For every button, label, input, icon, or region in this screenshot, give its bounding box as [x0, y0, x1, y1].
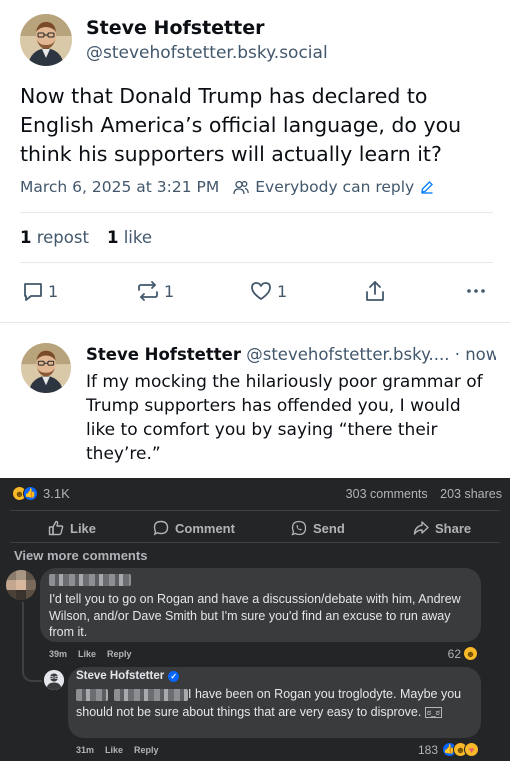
post-meta: March 6, 2025 at 3:21 PM Everybody can r…	[20, 178, 434, 196]
reply-author-avatar[interactable]	[44, 670, 64, 690]
comment-time[interactable]: 39m	[49, 649, 67, 659]
bluesky-post-panel: Steve Hofstetter @stevehofstetter.bsky.s…	[0, 0, 510, 478]
divider	[10, 510, 500, 511]
comment-reply-link[interactable]: Reply	[134, 745, 159, 755]
fb-like-button[interactable]: Like	[48, 515, 96, 541]
share-arrow-icon	[413, 520, 435, 536]
post-actions: 1 1 1	[0, 280, 510, 304]
fb-comment-button[interactable]: Comment	[153, 515, 235, 541]
comment-like-link[interactable]: Like	[105, 745, 123, 755]
comment-reply-link[interactable]: Reply	[107, 649, 132, 659]
reply-header: Steve Hofstetter @stevehofstetter.bsky..…	[86, 345, 496, 364]
more-dots-icon	[466, 280, 486, 302]
comment-reactions[interactable]: 62 ☻	[448, 646, 478, 661]
reply-text: If my mocking the hilariously poor gramm…	[86, 372, 483, 464]
emoji-text: ಠ_ಠ	[424, 706, 442, 718]
comment-bubble-icon	[153, 520, 175, 536]
reply-time: · now	[454, 345, 496, 364]
share-icon	[364, 280, 386, 302]
reply-setting: Everybody can reply	[255, 178, 415, 196]
reply-author-avatar[interactable]	[21, 343, 71, 393]
fb-share-button[interactable]: Share	[413, 515, 471, 541]
reply-author-name[interactable]: Steve Hofstetter	[86, 345, 241, 364]
reaction-summary[interactable]: ☻ 👍 3.1K	[12, 486, 70, 501]
thread-connector	[22, 602, 42, 682]
post-stats: 1 repost 1 like	[20, 228, 152, 247]
comment-meta: 39m Like Reply	[49, 649, 132, 659]
comments-count[interactable]: 303 comments	[346, 487, 428, 501]
like-button[interactable]: 1	[249, 280, 287, 302]
reply-comment-text: I have been on Rogan you troglodyte. May…	[76, 687, 462, 719]
whatsapp-icon	[291, 520, 313, 536]
view-more-comments-link[interactable]: View more comments	[14, 548, 147, 563]
screenshot-root: Steve Hofstetter @stevehofstetter.bsky.s…	[0, 0, 510, 761]
comment-like-link[interactable]: Like	[78, 649, 96, 659]
people-icon	[233, 180, 250, 195]
divider	[20, 262, 493, 263]
facebook-panel: ☻ 👍 3.1K 303 comments 203 shares Like Co…	[0, 478, 510, 761]
thumbs-up-icon	[48, 520, 70, 536]
reply-author[interactable]: Steve Hofstetter ✓	[76, 670, 180, 682]
heart-icon	[249, 280, 273, 302]
author-handle[interactable]: @stevehofstetter.bsky.social	[86, 43, 328, 63]
divider	[20, 212, 493, 213]
comment-meta: 31m Like Reply	[76, 745, 159, 755]
share-button[interactable]	[364, 280, 386, 302]
verified-badge-icon: ✓	[168, 670, 180, 682]
repost-icon	[136, 280, 160, 302]
like-reaction-icon: 👍	[23, 486, 38, 501]
more-options-button[interactable]	[466, 280, 486, 302]
author-name[interactable]: Steve Hofstetter	[86, 17, 264, 39]
commenter-avatar-blurred[interactable]	[6, 570, 36, 600]
reply-author-handle[interactable]: @stevehofstetter.bsky....	[246, 345, 449, 364]
care-reaction-icon: ♥	[464, 742, 479, 757]
shares-count[interactable]: 203 shares	[440, 487, 502, 501]
post-timestamp[interactable]: March 6, 2025 at 3:21 PM	[20, 178, 219, 196]
comment-time[interactable]: 31m	[76, 745, 94, 755]
comment-text: I'd tell you to go on Rogan and have a d…	[49, 592, 461, 639]
author-avatar[interactable]	[20, 14, 72, 66]
repost-button[interactable]: 1	[136, 280, 174, 302]
engagement-counts: 303 comments 203 shares	[346, 487, 502, 501]
reaction-total: 3.1K	[43, 486, 70, 501]
divider	[10, 542, 500, 543]
reply-button[interactable]: 1	[22, 280, 58, 302]
divider	[0, 322, 510, 323]
blurred-commenter-name[interactable]	[49, 574, 131, 586]
haha-reaction-icon: ☻	[463, 646, 478, 661]
fb-send-button[interactable]: Send	[291, 515, 345, 541]
reply-icon	[22, 280, 44, 302]
reposts-stat[interactable]: 1 repost	[20, 228, 89, 247]
comment-reactions[interactable]: 183 👍 ☻ ♥	[418, 742, 479, 757]
fb-action-bar: Like Comment Send Share	[0, 515, 510, 541]
edit-pencil-icon[interactable]	[420, 180, 434, 194]
likes-stat[interactable]: 1 like	[107, 228, 152, 247]
post-text: Now that Donald Trump has declared to En…	[20, 84, 462, 166]
